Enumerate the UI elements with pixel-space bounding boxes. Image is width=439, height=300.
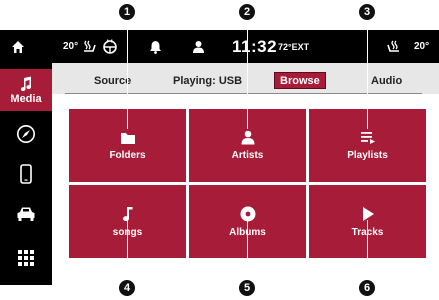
callout-leader-3 <box>367 19 368 129</box>
seat-heat-right-icon[interactable] <box>385 30 401 63</box>
music-note-icon <box>20 76 32 91</box>
sidebar-item-media[interactable]: Media <box>0 69 52 111</box>
profile-icon[interactable] <box>192 30 205 63</box>
callout-leader-2 <box>247 19 248 129</box>
sidebar-item-label: Media <box>10 92 42 105</box>
callout-2: 2 <box>238 3 256 21</box>
callout-4: 4 <box>118 279 136 297</box>
car-icon <box>17 207 35 221</box>
playlist-icon <box>360 131 375 144</box>
media-browse-screen: 20° 11:32 72°EXT 20° Media Source Playin… <box>0 0 439 300</box>
callout-3: 3 <box>358 3 376 21</box>
callout-leader-4 <box>127 220 128 288</box>
sidebar-item-navigation[interactable] <box>0 115 52 153</box>
compass-icon <box>17 125 35 143</box>
callout-leader-6 <box>367 220 368 288</box>
tab-playing[interactable]: Playing: USB <box>173 72 242 89</box>
home-icon[interactable] <box>11 30 25 63</box>
tab-browse[interactable]: Browse <box>274 72 326 89</box>
callout-leader-5 <box>247 220 248 288</box>
sidebar-item-apps[interactable] <box>0 239 52 277</box>
callout-1: 1 <box>118 3 136 21</box>
tab-audio[interactable]: Audio <box>371 72 402 89</box>
tab-source[interactable]: Source <box>94 72 131 89</box>
exterior-temperature: 72°EXT <box>278 41 310 52</box>
person-icon <box>241 130 254 145</box>
temp-right[interactable]: 20° <box>414 30 429 63</box>
sidebar: Media <box>0 63 52 285</box>
apps-grid-icon <box>18 250 34 266</box>
folder-icon <box>120 132 135 144</box>
playlists-label: Playlists <box>347 149 388 161</box>
bell-icon[interactable] <box>149 30 162 63</box>
callout-5: 5 <box>238 279 256 297</box>
temp-left[interactable]: 20° <box>63 30 78 63</box>
artists-label: Artists <box>231 150 264 161</box>
sidebar-item-vehicle[interactable] <box>0 195 52 233</box>
sidebar-item-phone[interactable] <box>0 155 52 193</box>
phone-icon <box>20 164 32 184</box>
callout-leader-1 <box>127 19 128 129</box>
steering-heat-icon[interactable] <box>102 30 118 63</box>
folders-label: Folders <box>109 149 146 161</box>
seat-heat-left-icon[interactable] <box>82 30 98 63</box>
tabs-divider <box>65 93 422 94</box>
callout-6: 6 <box>358 279 376 297</box>
clock: 11:32 <box>232 36 278 56</box>
status-bar: 20° 11:32 72°EXT 20° <box>0 30 439 63</box>
